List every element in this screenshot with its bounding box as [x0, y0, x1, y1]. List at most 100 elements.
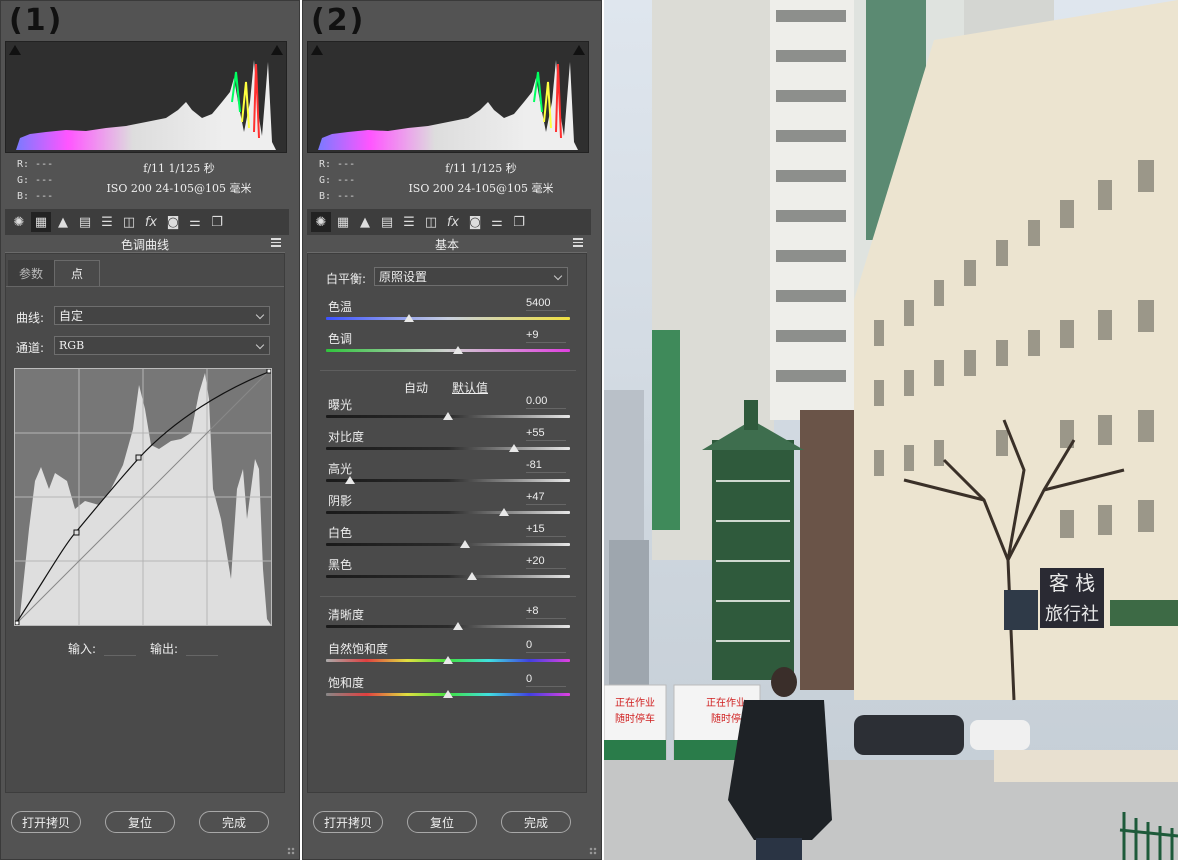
b-readout: B: --- — [17, 191, 54, 202]
panel-title-text: 色调曲线 — [120, 238, 169, 252]
slider-value[interactable]: +8 — [526, 605, 566, 619]
sliders-icon[interactable]: ⚌ — [185, 212, 205, 232]
fx-icon[interactable]: fx — [141, 212, 161, 232]
camera-icon[interactable]: ◙ — [163, 212, 183, 232]
input-field[interactable] — [104, 640, 136, 656]
open-copy-button[interactable]: 打开拷贝 — [313, 811, 383, 833]
aperture-icon[interactable]: ✺ — [9, 212, 29, 232]
photo-preview: 客 栈 旅行社 正在作业 随时停车 正在作业 随时停 — [604, 0, 1178, 860]
slider-thumb[interactable] — [452, 622, 463, 630]
basic-content: 白平衡: 原照设置 自动 默认值 色温 5400 色调 +9 曝光 0.00 对比度 +55 高… — [307, 253, 587, 793]
slider-track[interactable] — [326, 511, 570, 514]
slider-thumb[interactable] — [345, 476, 356, 484]
slider-track[interactable] — [326, 349, 570, 352]
slider-track[interactable] — [326, 447, 570, 450]
tab-parametric[interactable]: 参数 — [8, 260, 54, 286]
slider-thumb[interactable] — [499, 508, 510, 516]
slider-track[interactable] — [326, 575, 570, 578]
slider-thumb[interactable] — [508, 444, 519, 452]
slider-track[interactable] — [326, 317, 570, 320]
curve-select[interactable]: 自定 — [54, 306, 270, 325]
slider-thumb[interactable] — [452, 346, 463, 354]
slider-thumb[interactable] — [467, 572, 478, 580]
lens-icon[interactable]: ◫ — [119, 212, 139, 232]
presets-icon[interactable]: ❐ — [207, 212, 227, 232]
resize-handle[interactable] — [589, 847, 597, 855]
r-readout: R: --- — [319, 159, 356, 170]
grid-icon[interactable]: ▦ — [333, 212, 353, 232]
mountain-icon[interactable]: ▲ — [355, 212, 375, 232]
slider-value[interactable]: +20 — [526, 555, 566, 569]
slider-thumb[interactable] — [443, 412, 453, 420]
resize-handle[interactable] — [287, 847, 295, 855]
default-link[interactable]: 默认值 — [452, 379, 488, 396]
open-copy-button[interactable]: 打开拷贝 — [11, 811, 81, 833]
slider-thumb[interactable] — [460, 540, 471, 548]
curve-graph[interactable] — [14, 368, 272, 626]
slider-thumb[interactable] — [443, 690, 453, 698]
iso-lens-info: ISO 200 24-105@105 毫米 — [106, 182, 252, 195]
curve-canvas[interactable] — [15, 369, 271, 625]
hsl-icon[interactable]: ☰ — [399, 212, 419, 232]
tone-curve-content: 参数 点 曲线: 自定 通道: RGB 输入: 输出: — [5, 253, 285, 793]
slider-label: 清晰度 — [328, 608, 365, 622]
reset-button[interactable]: 复位 — [105, 811, 175, 833]
fx-icon[interactable]: fx — [443, 212, 463, 232]
done-button[interactable]: 完成 — [501, 811, 571, 833]
slider-value[interactable]: 0 — [526, 639, 566, 653]
slider-label: 曝光 — [328, 398, 353, 412]
slider-value[interactable]: 5400 — [526, 297, 566, 311]
panel-tabs: ✺ ▦ ▲ ▤ ☰ ◫ fx ◙ ⚌ ❐ — [5, 209, 289, 235]
sign-bottom: 旅行社 — [1045, 604, 1099, 625]
r-readout: R: --- — [17, 159, 54, 170]
panel-tabs: ✺ ▦ ▲ ▤ ☰ ◫ fx ◙ ⚌ ❐ — [307, 209, 591, 235]
split-icon[interactable]: ▤ — [377, 212, 397, 232]
channel-select[interactable]: RGB — [54, 336, 270, 355]
auto-link[interactable]: 自动 — [404, 379, 428, 396]
aperture-icon[interactable]: ✺ — [311, 212, 331, 232]
lens-icon[interactable]: ◫ — [421, 212, 441, 232]
slider-track[interactable] — [326, 625, 570, 628]
slider-value[interactable]: +15 — [526, 523, 566, 537]
slider-value[interactable]: +47 — [526, 491, 566, 505]
slider-track[interactable] — [326, 479, 570, 482]
sliders-icon[interactable]: ⚌ — [487, 212, 507, 232]
done-button[interactable]: 完成 — [199, 811, 269, 833]
slider-label: 黑色 — [328, 558, 353, 572]
curve-point-2[interactable] — [135, 454, 142, 461]
truck2-text-1: 正在作业 — [706, 697, 746, 709]
split-icon[interactable]: ▤ — [75, 212, 95, 232]
curve-point-1[interactable] — [73, 529, 80, 536]
hsl-icon[interactable]: ☰ — [97, 212, 117, 232]
slider-value[interactable]: 0.00 — [526, 395, 566, 409]
street-photo: 客 栈 旅行社 正在作业 随时停车 正在作业 随时停 — [604, 0, 1178, 860]
slider-value[interactable]: 0 — [526, 673, 566, 687]
chevron-down-icon — [553, 271, 563, 281]
curve-select-value: 自定 — [59, 309, 84, 323]
slider-thumb[interactable] — [403, 314, 414, 322]
menu-icon[interactable] — [573, 238, 583, 247]
wb-label: 白平衡: — [326, 272, 367, 286]
slider-value[interactable]: +55 — [526, 427, 566, 441]
grid-icon[interactable]: ▦ — [31, 212, 51, 232]
reset-button[interactable]: 复位 — [407, 811, 477, 833]
mountain-icon[interactable]: ▲ — [53, 212, 73, 232]
wb-select[interactable]: 原照设置 — [374, 267, 568, 286]
truck-text-2: 随时停车 — [615, 712, 655, 725]
slider-thumb[interactable] — [443, 656, 453, 664]
output-field[interactable] — [186, 640, 218, 656]
slider-value[interactable]: +9 — [526, 329, 566, 343]
slider-label: 阴影 — [328, 494, 353, 508]
chevron-down-icon — [255, 340, 265, 350]
camera-icon[interactable]: ◙ — [465, 212, 485, 232]
info-readout: R: --- G: --- B: --- f/11 1/125 秒 ISO 20… — [5, 153, 285, 207]
tab-point[interactable]: 点 — [54, 260, 100, 286]
info-readout: R: --- G: --- B: --- f/11 1/125 秒 ISO 20… — [307, 153, 587, 207]
output-label: 输出: — [150, 642, 179, 656]
presets-icon[interactable]: ❐ — [509, 212, 529, 232]
panel-label-1: (1) — [9, 3, 64, 38]
slider-value[interactable]: -81 — [526, 459, 566, 473]
slider-track[interactable] — [326, 543, 570, 546]
channel-label: 通道: — [16, 341, 45, 355]
menu-icon[interactable] — [271, 238, 281, 247]
